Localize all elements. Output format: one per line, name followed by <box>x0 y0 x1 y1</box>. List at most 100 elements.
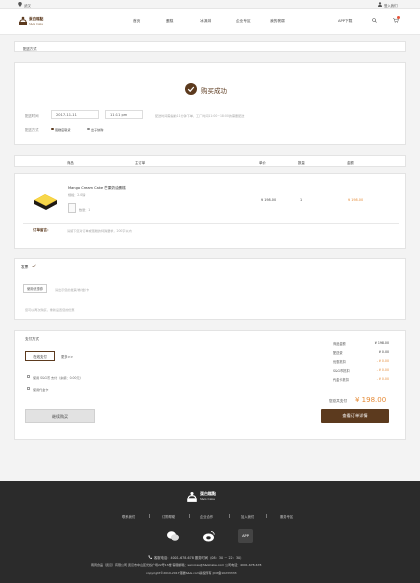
remark-input[interactable]: 请留下您对订单或蛋糕的特殊要求，200字以内 <box>67 228 132 233</box>
summary-value: ¥ 0.00 <box>378 350 389 354</box>
delivery-section-header: 配送方式 <box>14 41 406 52</box>
summary-row: 代金卡抵扣 - ¥ 0.00 <box>333 377 401 385</box>
cake-logo-icon <box>187 491 197 502</box>
footer-company: 雨周食品（武汉）有限公司 武汉市中山区光谷广场22号13楼 客服邮箱：servi… <box>91 563 262 567</box>
wechat-icon[interactable] <box>166 529 180 543</box>
more-payment-link[interactable]: 更多>> <box>61 354 73 359</box>
sg-coin-checkbox[interactable] <box>27 375 30 378</box>
footer-divider <box>189 514 190 518</box>
nav-item-icecream[interactable]: 冰淇淋 <box>200 19 211 24</box>
date-value: 2017-11-11 <box>56 113 77 117</box>
footer-link-help[interactable]: 订购帮助 <box>162 514 175 519</box>
payment-panel: 支付方式 在线支付 更多>> 使用 S&G币 支付（余额：0.00元） 使用代金… <box>14 330 406 440</box>
summary-value: - ¥ 0.00 <box>376 377 389 381</box>
product-qty-note: 数量：1 <box>79 208 91 212</box>
weibo-icon[interactable] <box>202 529 216 543</box>
summary-key: 商品金额 <box>333 342 346 346</box>
use-coupon-button[interactable]: 使用优惠券 <box>23 284 47 293</box>
payment-label: 支付方式 <box>25 337 39 341</box>
nav-item-home[interactable]: 首页 <box>133 19 140 24</box>
col-product: 商品 <box>67 161 74 165</box>
summary-row: S&G币抵扣 - ¥ 0.00 <box>333 368 401 376</box>
nav-item-enterprise[interactable]: 企业专区 <box>236 19 251 24</box>
product-price: ¥ 198.00 <box>261 198 277 202</box>
delivery-title: 配送方式 <box>23 46 37 51</box>
invoice-input[interactable]: 请出示您的发票/券/章/卡 <box>55 287 89 292</box>
search-icon[interactable] <box>372 18 377 24</box>
app-download-link[interactable]: APP下载 <box>338 19 352 24</box>
invoice-note: 您可以再次购买，重新设置您的优惠 <box>25 308 75 312</box>
remark-label: 订单留言： <box>33 228 51 232</box>
location-pin-icon <box>18 2 22 8</box>
row-divider <box>23 223 399 224</box>
footer-contact: 客服电话：4001-678-678 服务时间（08：30 － 22：30） <box>154 556 244 560</box>
date-field[interactable]: 2017-11-11 <box>51 110 99 119</box>
login-link[interactable]: 登入我们 <box>384 3 398 8</box>
summary-key: 优惠抵扣 <box>333 360 346 364</box>
sg-coin-option[interactable]: 使用 S&G币 支付（余额：0.00元） <box>33 375 83 380</box>
product-spec: 规格：2.0磅 <box>68 193 86 197</box>
total-label: 您总共支付 <box>329 399 347 403</box>
date-note: 配送时间需提前11分钟下单，工厂时间11:00~18:00的需要配送 <box>155 114 245 118</box>
voucher-checkbox[interactable] <box>27 387 30 390</box>
total-value: ¥ 198.00 <box>355 396 387 404</box>
summary-row: 商品金额 ¥ 198.00 <box>333 341 401 349</box>
continue-shopping-button[interactable]: 继续购买 <box>25 409 95 423</box>
footer-divider <box>149 514 150 518</box>
check-icon <box>185 83 197 95</box>
method-radio-selected[interactable] <box>51 127 54 130</box>
footer-link-cooperate[interactable]: 企业合作 <box>200 514 213 519</box>
product-amount: ¥ 198.00 <box>348 198 364 202</box>
summary-row: 优惠抵扣 - ¥ 0.00 <box>333 359 401 367</box>
footer-logo-en: S&G Cake <box>200 497 215 501</box>
summary-value: - ¥ 0.00 <box>376 359 389 363</box>
method-option-1[interactable]: 蛋糕店取货 <box>55 127 70 132</box>
footer-link-join[interactable]: 加入我们 <box>241 514 254 519</box>
user-icon <box>378 2 382 8</box>
footer-link-contact[interactable]: 联系我们 <box>122 514 135 519</box>
app-badge[interactable]: APP <box>238 529 253 543</box>
summary-key: S&G币抵扣 <box>333 369 350 373</box>
summary-row: 配送费 ¥ 0.00 <box>333 350 401 358</box>
nav-item-mine[interactable]: 我的褒弱 <box>270 19 285 24</box>
phone-icon <box>148 555 152 560</box>
footer: 蛋白糕點 S&G Cake 联系我们 订购帮助 企业合作 加入我们 服务专区 A… <box>0 481 420 583</box>
footer-copyright: copyright©2010-2017蛋糕S&G.com版权所有 |ICP备10… <box>146 571 237 575</box>
checkmark-icon[interactable] <box>32 264 36 269</box>
top-bar: 武汉 登入我们 <box>0 0 420 9</box>
summary-key: 代金卡抵扣 <box>333 378 349 382</box>
online-pay-button[interactable]: 在线支付 <box>25 351 55 361</box>
voucher-option[interactable]: 使用代金卡 <box>33 387 48 392</box>
time-field[interactable]: 11:11 pm <box>105 110 143 119</box>
location-label[interactable]: 武汉 <box>24 3 31 8</box>
date-label: 配送时间 <box>25 114 39 118</box>
logo-en: S&G Cake <box>29 22 43 26</box>
summary-value: - ¥ 0.00 <box>376 368 389 372</box>
success-panel: 购买成功 配送时间 2017-11-11 11:11 pm 配送时间需提前11分… <box>14 62 406 145</box>
summary-key: 配送费 <box>333 351 343 355</box>
product-qty: 1 <box>300 198 303 202</box>
order-items-panel: Mango Cream Cake 芒果奶油蛋糕 规格：2.0磅 数量：1 ¥ 1… <box>14 173 406 249</box>
price-summary: 商品金额 ¥ 198.00 配送费 ¥ 0.00 优惠抵扣 - ¥ 0.00 S… <box>333 341 401 393</box>
product-name[interactable]: Mango Cream Cake 芒果奶油蛋糕 <box>68 186 126 191</box>
time-value: 11:11 pm <box>110 113 128 117</box>
method-radio[interactable] <box>87 127 90 130</box>
product-thumb <box>68 203 76 213</box>
footer-divider <box>266 514 267 518</box>
success-title: 购买成功 <box>201 87 227 95</box>
footer-logo[interactable]: 蛋白糕點 S&G Cake <box>186 488 236 506</box>
view-order-button[interactable]: 查看订单详情 <box>321 409 389 423</box>
summary-value: ¥ 198.00 <box>374 341 389 345</box>
nav-item-cake[interactable]: 蛋糕 <box>166 19 173 24</box>
footer-link-service[interactable]: 服务专区 <box>280 514 293 519</box>
cart-badge <box>397 16 400 19</box>
main-nav: 蛋白糕點 S&G Cake 首页 蛋糕 冰淇淋 企业专区 我的褒弱 APP下载 <box>0 9 420 35</box>
brand-logo[interactable]: 蛋白糕點 S&G Cake <box>18 14 43 30</box>
cake-logo-icon <box>19 16 27 25</box>
col-main-order: 主订单 <box>135 161 146 165</box>
invoice-label: 发票 <box>21 265 29 269</box>
col-amount: 金额 <box>347 161 354 165</box>
method-option-2[interactable]: 出子快购 <box>91 127 103 132</box>
invoice-panel: 发票 使用优惠券 请出示您的发票/券/章/卡 您可以再次购买，重新设置您的优惠 <box>14 258 406 320</box>
product-image[interactable] <box>31 188 59 210</box>
